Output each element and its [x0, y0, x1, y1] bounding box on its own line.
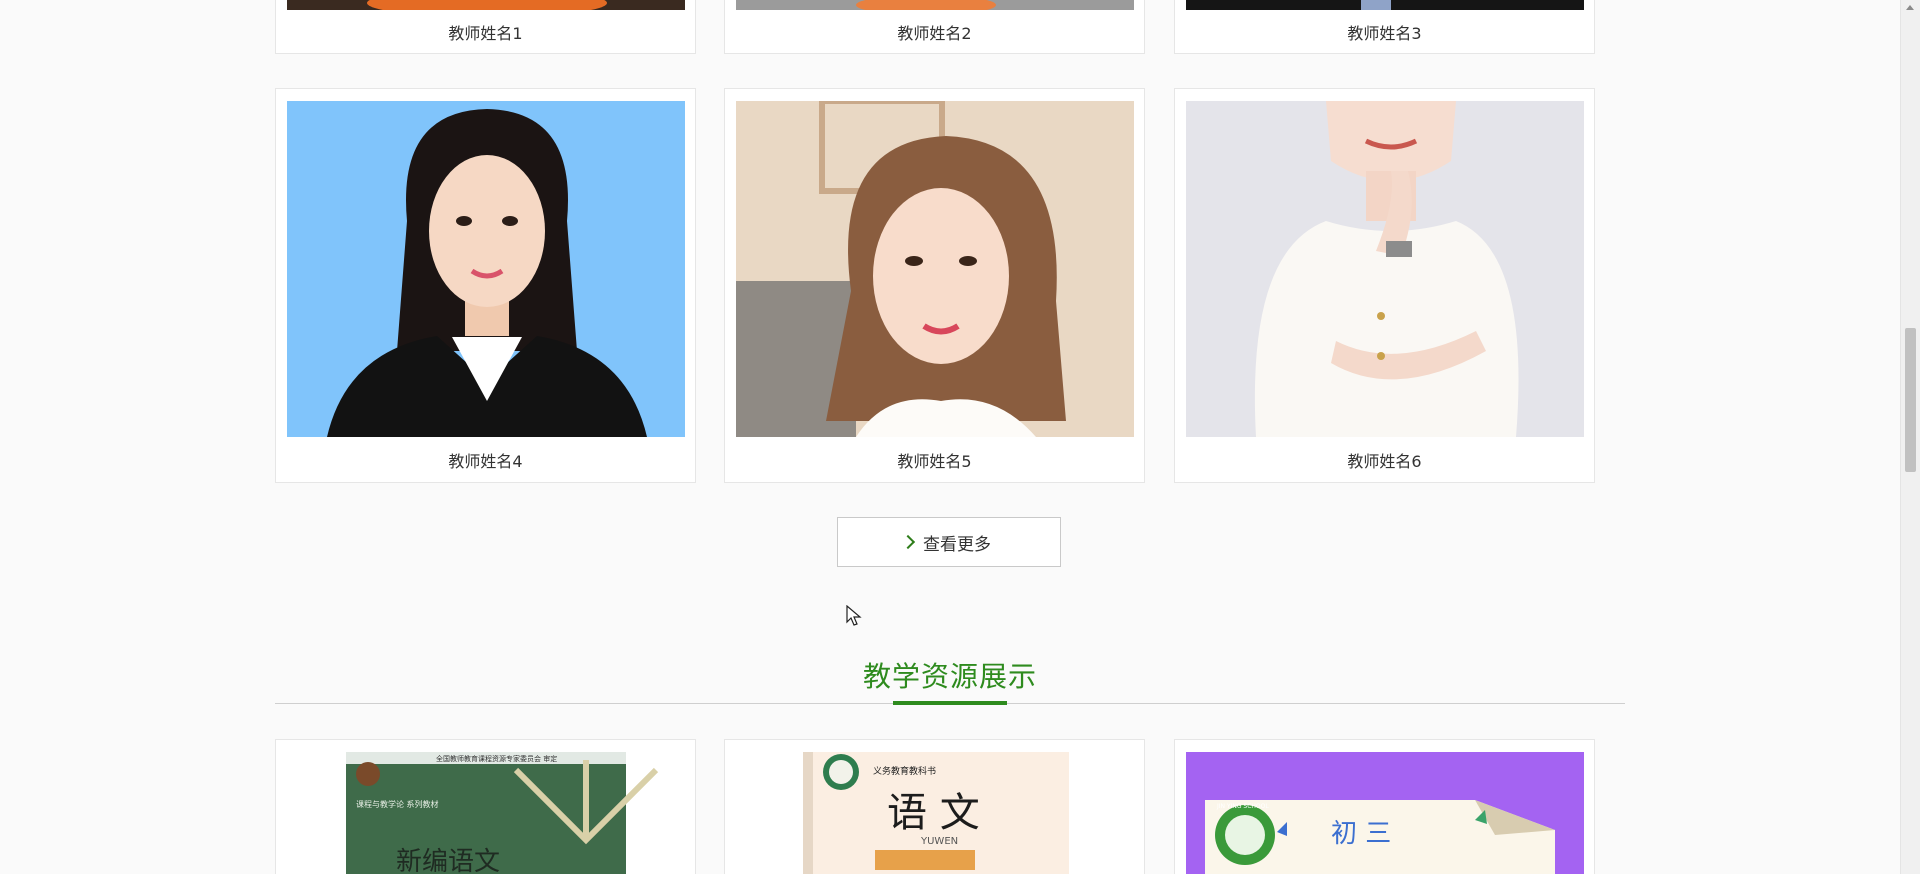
teacher-photo-3[interactable] — [1186, 0, 1584, 10]
teacher-name-1: 教师姓名1 — [448, 24, 523, 43]
resource-card-3[interactable]: JIN YING SCHOOL 初 三 — [1174, 739, 1595, 874]
resource-cover-1-header: 全国教师教育课程资源专家委员会 审定 — [436, 754, 557, 763]
view-more-label: 查看更多 — [923, 534, 991, 555]
resource-cover-3-sub: JIN YING SCHOOL — [1216, 803, 1269, 810]
page: 教师姓名1 教师姓名2 教师姓名3 教师姓名4 教师姓名5 教师姓名6 查看更多… — [0, 0, 1920, 874]
teacher-photo-1[interactable] — [287, 0, 685, 10]
resource-cover-2-title: 语 文 — [887, 790, 980, 836]
section-title-underline — [893, 701, 1007, 705]
teacher-name-3: 教师姓名3 — [1347, 24, 1422, 43]
scrollbar-thumb[interactable] — [1905, 328, 1916, 472]
resource-card-1[interactable]: 全国教师教育课程资源专家委员会 审定 课程与教学论 系列教材 新编语文 — [275, 739, 696, 874]
scroll-up-arrow-icon[interactable] — [1906, 5, 1914, 10]
teacher-name-4: 教师姓名4 — [448, 452, 523, 471]
teacher-card-6[interactable]: 教师姓名6 — [1174, 88, 1595, 483]
resource-cover-3-title: 初 三 — [1331, 819, 1391, 849]
resource-cover-2-header: 义务教育教科书 — [873, 765, 936, 777]
teacher-photo-4[interactable] — [287, 101, 685, 437]
teacher-name-5: 教师姓名5 — [897, 452, 972, 471]
teacher-name-2: 教师姓名2 — [897, 24, 972, 43]
resources-section-title: 教学资源展示 — [862, 660, 1037, 693]
resource-cover-2-sub: YUWEN — [920, 836, 958, 847]
resource-cover-1[interactable]: 全国教师教育课程资源专家委员会 审定 课程与教学论 系列教材 新编语文 — [276, 740, 696, 874]
teacher-name-6: 教师姓名6 — [1347, 452, 1422, 471]
teacher-photo-5[interactable] — [736, 101, 1134, 437]
teacher-card-2[interactable]: 教师姓名2 — [724, 0, 1145, 54]
resource-cover-1-title: 新编语文 — [396, 847, 500, 874]
teacher-photo-6[interactable] — [1186, 101, 1584, 437]
resource-cover-1-sub: 课程与教学论 系列教材 — [356, 799, 439, 809]
view-more-button[interactable]: 查看更多 — [837, 517, 1061, 567]
resource-cover-3[interactable]: JIN YING SCHOOL 初 三 — [1175, 740, 1595, 874]
vertical-scrollbar[interactable] — [1900, 0, 1920, 874]
teacher-card-5[interactable]: 教师姓名5 — [724, 88, 1145, 483]
teacher-card-3[interactable]: 教师姓名3 — [1174, 0, 1595, 54]
resource-card-2[interactable]: 义务教育教科书 语 文 YUWEN — [724, 739, 1145, 874]
resource-cover-2[interactable]: 义务教育教科书 语 文 YUWEN — [725, 740, 1145, 874]
mouse-cursor-icon — [846, 605, 862, 626]
teacher-card-4[interactable]: 教师姓名4 — [275, 88, 696, 483]
teacher-photo-2[interactable] — [736, 0, 1134, 10]
teacher-card-1[interactable]: 教师姓名1 — [275, 0, 696, 54]
chevron-right-icon — [900, 534, 916, 550]
